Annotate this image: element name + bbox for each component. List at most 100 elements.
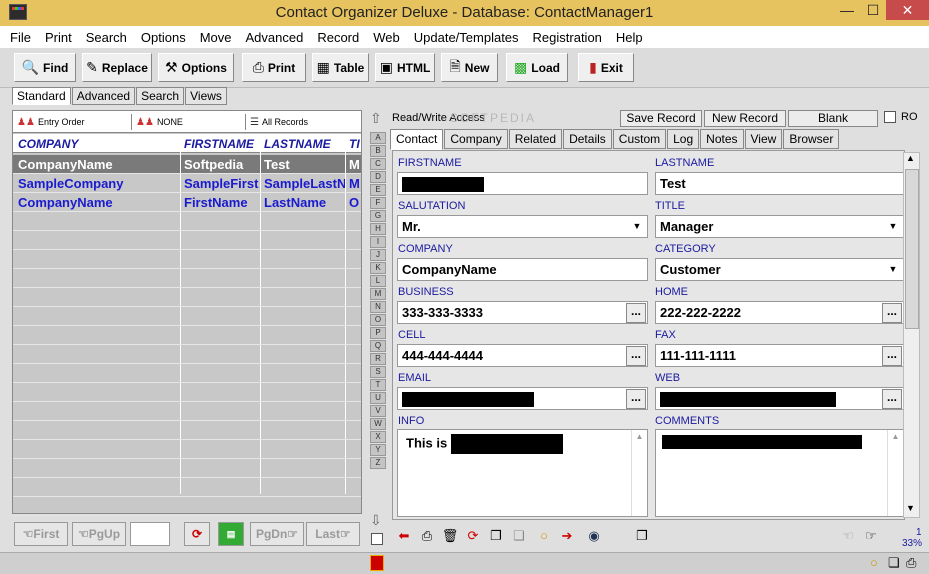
pgup-button[interactable]: ☜ PgUp [72, 522, 126, 546]
tab-log[interactable]: Log [667, 129, 700, 149]
chevron-down-icon[interactable]: ▼ [628, 216, 646, 236]
html-button[interactable]: ▣ HTML [375, 53, 435, 82]
records-selector[interactable]: ☰ All Records [245, 114, 308, 130]
options-button[interactable]: ⚒ Options [158, 53, 234, 82]
firstname-field[interactable] [397, 172, 648, 195]
refresh-button[interactable]: ⟳ [184, 522, 210, 546]
tab-details[interactable]: Details [563, 129, 612, 149]
trash-icon[interactable]: 🗑 [440, 526, 460, 546]
exit-button[interactable]: ▮ Exit [578, 53, 634, 82]
new-record-button[interactable]: New Record [704, 110, 786, 127]
close-button[interactable]: ✕ [886, 0, 929, 20]
tab-custom[interactable]: Custom [612, 129, 667, 149]
form-scrollbar[interactable]: ▲ ▼ [903, 152, 920, 518]
scroll-up-icon[interactable]: ▲ [888, 432, 903, 441]
scroll-up-icon[interactable]: ⇧ [370, 110, 382, 127]
alpha-button-g[interactable]: G [370, 210, 386, 222]
menu-file[interactable]: File [10, 30, 31, 45]
sort-order-selector[interactable]: ♟♟ Entry Order [17, 114, 84, 130]
alpha-button-d[interactable]: D [370, 171, 386, 183]
maximize-button[interactable]: ☐ [860, 0, 886, 20]
alpha-button-q[interactable]: Q [370, 340, 386, 352]
comments-scrollbar[interactable]: ▲ [887, 430, 903, 516]
back-arrow-icon[interactable]: ⬅ [394, 526, 414, 546]
chevron-down-icon[interactable]: ▼ [884, 216, 902, 236]
scroll-down-icon[interactable]: ▼ [906, 503, 915, 513]
alpha-button-v[interactable]: V [370, 405, 386, 417]
hand-right-icon[interactable]: ☞ [861, 526, 881, 546]
tab-standard[interactable]: Standard [12, 87, 71, 105]
import-icon[interactable]: ➔ [557, 526, 577, 546]
save-record-button[interactable]: Save Record [620, 110, 702, 127]
info-textarea[interactable]: This is ▲ [397, 429, 648, 517]
load-button[interactable]: ▩ Load [506, 53, 568, 82]
scrollbar-thumb[interactable] [905, 169, 919, 329]
find-button[interactable]: 🔍 Find [14, 53, 76, 82]
cell-phone-field[interactable]: 444-444-4444 [397, 344, 648, 367]
menu-record[interactable]: Record [317, 30, 359, 45]
fax-ellipsis-button[interactable]: ... [882, 346, 902, 366]
alpha-button-m[interactable]: M [370, 288, 386, 300]
alpha-button-u[interactable]: U [370, 392, 386, 404]
filter-selector[interactable]: ♟♟ NONE [131, 114, 183, 130]
fax-field[interactable]: 111-111-1111 [655, 344, 904, 367]
alpha-button-o[interactable]: O [370, 314, 386, 326]
info-scrollbar[interactable]: ▲ [631, 430, 647, 516]
menu-registration[interactable]: Registration [533, 30, 602, 45]
tab-contact[interactable]: Contact [390, 129, 444, 150]
scroll-up-icon[interactable]: ▲ [632, 432, 647, 441]
alpha-button-y[interactable]: Y [370, 444, 386, 456]
email-field[interactable] [397, 387, 648, 410]
last-button[interactable]: Last ☞ [306, 522, 360, 546]
alpha-button-t[interactable]: T [370, 379, 386, 391]
web-field[interactable] [655, 387, 904, 410]
tab-views[interactable]: Views [185, 87, 227, 105]
email-ellipsis-button[interactable]: ... [626, 389, 646, 409]
alpha-button-e[interactable]: E [370, 184, 386, 196]
menu-options[interactable]: Options [141, 30, 186, 45]
readonly-checkbox[interactable] [884, 111, 896, 123]
menu-help[interactable]: Help [616, 30, 643, 45]
menu-web[interactable]: Web [373, 30, 400, 45]
lightbulb-icon[interactable]: ○ [870, 555, 878, 570]
home-ellipsis-button[interactable]: ... [882, 303, 902, 323]
alpha-button-r[interactable]: R [370, 353, 386, 365]
category-select[interactable]: Customer [655, 258, 904, 281]
alpha-button-l[interactable]: L [370, 275, 386, 287]
lightbulb-icon[interactable]: ○ [534, 526, 554, 546]
cell-ellipsis-button[interactable]: ... [626, 346, 646, 366]
minimize-button[interactable]: — [834, 0, 860, 20]
alpha-button-f[interactable]: F [370, 197, 386, 209]
refresh-icon[interactable]: ⟳ [463, 526, 483, 546]
save-to-file-icon[interactable]: ❐ [632, 526, 652, 546]
first-button[interactable]: ☜ First [14, 522, 68, 546]
column-company[interactable]: COMPANY [18, 137, 78, 151]
goto-record-input[interactable] [130, 522, 170, 546]
alpha-button-b[interactable]: B [370, 145, 386, 157]
blank-button[interactable]: Blank [788, 110, 878, 127]
salutation-select[interactable]: Mr. [397, 215, 648, 238]
pgdn-button[interactable]: PgDn ☞ [250, 522, 304, 546]
tab-related[interactable]: Related [508, 129, 563, 149]
alpha-button-c[interactable]: C [370, 158, 386, 170]
alpha-checkbox[interactable] [371, 533, 383, 545]
menu-update-templates[interactable]: Update/Templates [414, 30, 519, 45]
alpha-button-p[interactable]: P [370, 327, 386, 339]
alpha-button-z[interactable]: Z [370, 457, 386, 469]
copy-record-icon[interactable]: ❐ [486, 526, 506, 546]
alpha-button-n[interactable]: N [370, 301, 386, 313]
new-button[interactable]: 🗎 New [441, 53, 498, 82]
title-select[interactable]: Manager [655, 215, 904, 238]
printer-icon[interactable]: ⎙ [906, 555, 916, 571]
table-button[interactable]: ▦ Table [312, 53, 369, 82]
alpha-button-x[interactable]: X [370, 431, 386, 443]
tab-company[interactable]: Company [444, 129, 508, 149]
alpha-button-j[interactable]: J [370, 249, 386, 261]
comments-textarea[interactable]: ▲ [655, 429, 904, 517]
tab-browser[interactable]: Browser [783, 129, 840, 149]
home-phone-field[interactable]: 222-222-2222 [655, 301, 904, 324]
print-button[interactable]: ⎙ Print [242, 53, 306, 82]
globe-icon[interactable]: ◉ [584, 526, 604, 546]
scroll-up-icon[interactable]: ▲ [906, 153, 915, 163]
hand-left-icon[interactable]: ☜ [838, 526, 858, 546]
